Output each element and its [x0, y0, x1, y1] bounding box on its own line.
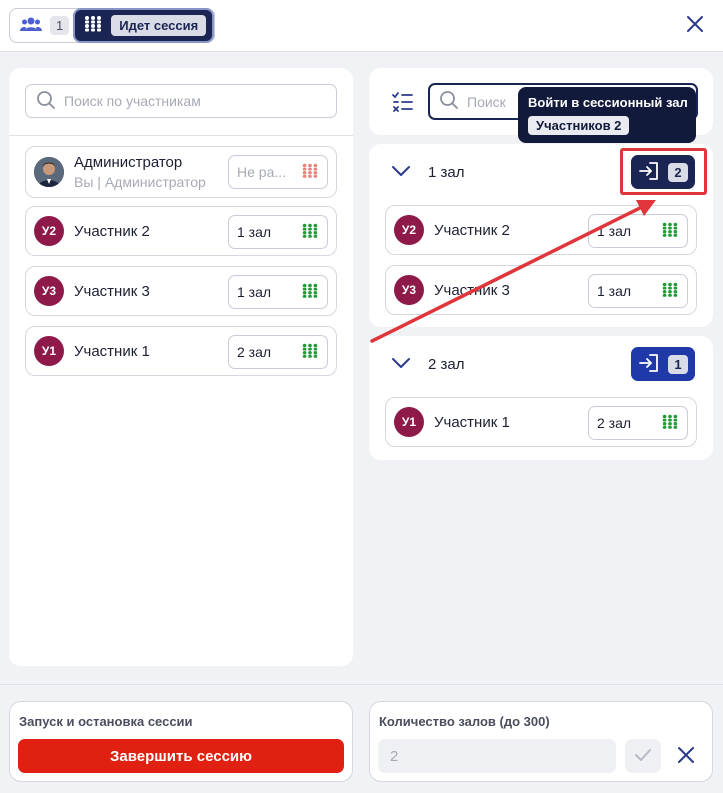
participant-name: Участник 2 [74, 222, 150, 240]
avatar: У3 [394, 275, 424, 305]
room-select-value: 1 зал [237, 284, 272, 300]
room-select[interactable]: 1 зал [588, 274, 688, 308]
session-footer: Запуск и остановка сессии Завершить сесс… [0, 684, 723, 793]
divider [9, 135, 353, 136]
participants-search-input[interactable] [64, 93, 294, 109]
checklist-filter-icon [391, 92, 415, 117]
top-bar: 1 Идет сессия [0, 0, 723, 52]
room-select[interactable]: 1 зал [228, 275, 328, 309]
hall-member-row[interactable]: У3 Участник 3 1 зал [385, 265, 697, 315]
hall-count-label: Количество залов (до 300) [379, 714, 550, 729]
participants-panel: Администратор Вы | Администратор Не ра..… [9, 68, 353, 666]
avatar: У2 [34, 216, 64, 246]
avatar: У2 [394, 215, 424, 245]
participant-name: Участник 3 [434, 281, 510, 299]
room-groups-icon [301, 342, 319, 363]
room-groups-icon [301, 222, 319, 243]
participant-row[interactable]: У3 Участник 3 1 зал [25, 266, 337, 316]
hall-count-card: Количество залов (до 300) [369, 701, 713, 782]
filter-list-button[interactable] [391, 90, 415, 114]
cancel-hall-count-button[interactable] [673, 743, 699, 769]
close-icon [677, 746, 695, 767]
room-select-value: 2 зал [237, 344, 272, 360]
session-status-badge: Идет сессия [111, 15, 207, 36]
participant-name-block: Администратор Вы | Администратор [74, 154, 224, 190]
participant-row-admin[interactable]: Администратор Вы | Администратор Не ра..… [25, 146, 337, 198]
session-control-card: Запуск и остановка сессии Завершить сесс… [9, 701, 353, 782]
tab-session[interactable]: Идет сессия [75, 10, 213, 41]
participant-role: Вы | Администратор [74, 174, 206, 190]
participant-name: Участник 3 [74, 282, 150, 300]
hall-header[interactable]: 2 зал 1 [369, 336, 713, 392]
avatar: У1 [34, 336, 64, 366]
room-select-value: 1 зал [597, 223, 632, 239]
tab-participants[interactable]: 1 [12, 11, 75, 40]
participant-name: Участник 2 [434, 221, 510, 239]
room-select[interactable]: 1 зал [228, 215, 328, 249]
participant-name: Администратор [74, 154, 183, 171]
room-select[interactable]: 2 зал [588, 406, 688, 440]
chevron-down-icon[interactable] [391, 356, 411, 370]
confirm-hall-count-button[interactable] [625, 739, 661, 773]
check-icon [634, 748, 652, 765]
room-groups-icon [301, 162, 319, 183]
end-session-button[interactable]: Завершить сессию [18, 739, 344, 773]
room-select[interactable]: 2 зал [228, 335, 328, 369]
search-icon [439, 90, 459, 113]
hall-member-row[interactable]: У1 Участник 1 2 зал [385, 397, 697, 447]
search-icon [36, 90, 56, 113]
close-button[interactable] [683, 13, 707, 37]
participant-row[interactable]: У1 Участник 1 2 зал [25, 326, 337, 376]
participants-count-badge: 1 [50, 16, 70, 35]
room-select-value: 2 зал [597, 415, 632, 431]
session-control-label: Запуск и остановка сессии [19, 714, 193, 729]
chevron-down-icon[interactable] [391, 164, 411, 178]
room-groups-icon [301, 282, 319, 303]
room-groups-icon [661, 221, 679, 242]
hall-member-row[interactable]: У2 Участник 2 1 зал [385, 205, 697, 255]
room-select-value: 1 зал [597, 283, 632, 299]
hall-title: 2 зал [428, 356, 465, 373]
participant-row[interactable]: У2 Участник 2 1 зал [25, 206, 337, 256]
annotation-highlight-box [620, 148, 707, 195]
participant-name: Участник 1 [434, 413, 510, 431]
participants-search[interactable] [25, 84, 337, 118]
participant-name: Участник 1 [74, 342, 150, 360]
hall-count-input[interactable] [378, 739, 616, 773]
room-select-value: Не ра... [237, 164, 287, 180]
room-groups-icon [661, 413, 679, 434]
tooltip-title: Войти в сессионный зал [528, 95, 688, 110]
enter-hall-tooltip: Войти в сессионный зал Участников 2 [518, 87, 696, 143]
view-tabs: 1 Идет сессия [9, 8, 216, 43]
room-select-value: 1 зал [237, 224, 272, 240]
avatar: У1 [394, 407, 424, 437]
login-icon [638, 353, 660, 376]
enter-hall-button[interactable]: 1 [631, 347, 695, 381]
tooltip-subtitle: Участников 2 [528, 116, 630, 135]
room-groups-icon [661, 281, 679, 302]
room-select[interactable]: 1 зал [588, 214, 688, 248]
people-group-icon [20, 16, 42, 35]
avatar-photo [34, 157, 64, 187]
session-groups-icon [83, 15, 103, 36]
close-icon [686, 15, 704, 36]
room-select[interactable]: Не ра... [228, 155, 328, 189]
hall-member-count: 1 [668, 354, 688, 374]
avatar: У3 [34, 276, 64, 306]
hall-card-2: 2 зал 1 У1 Участник 1 2 зал [369, 336, 713, 460]
hall-title: 1 зал [428, 164, 465, 181]
